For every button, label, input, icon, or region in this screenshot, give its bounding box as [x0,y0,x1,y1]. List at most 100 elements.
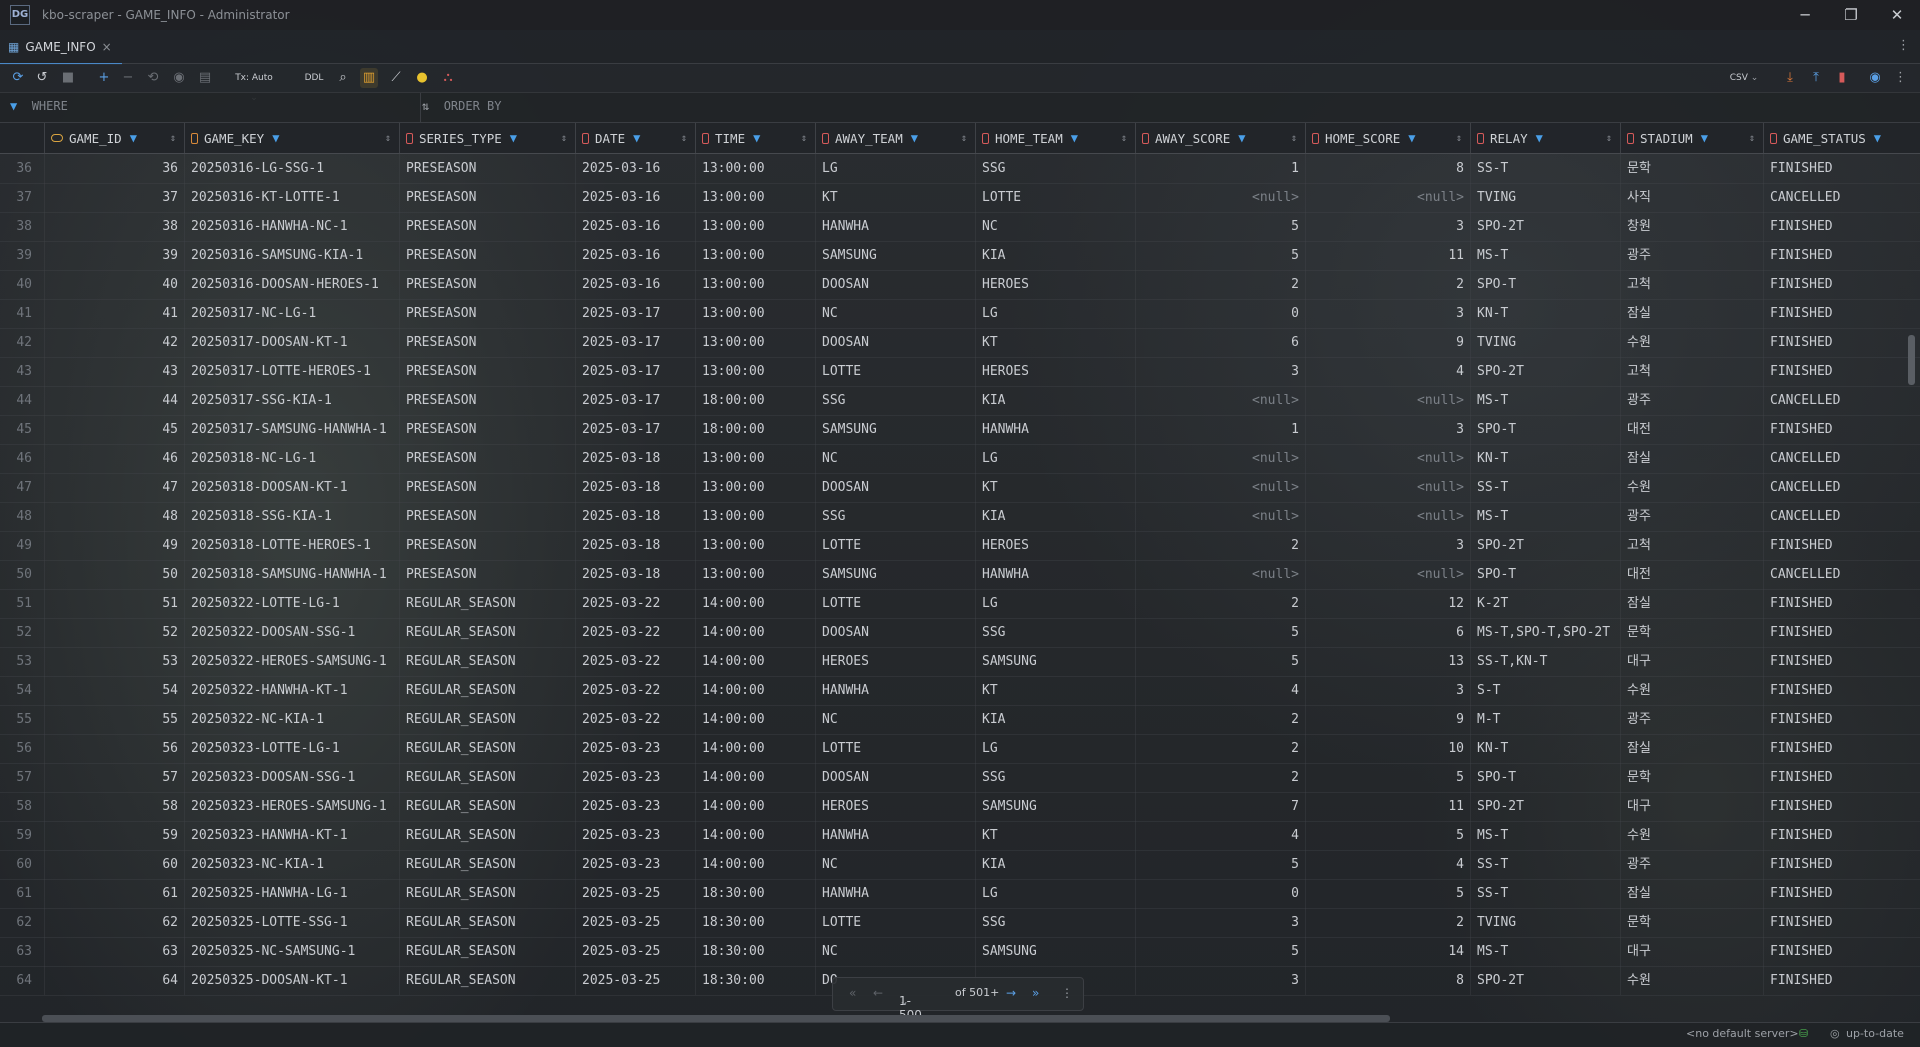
cell-game-id[interactable]: 41 [44,299,184,328]
table-row[interactable]: 38 38 20250316-HANWHA-NC-1 PRESEASON 2025-03… [0,212,1920,242]
cell-time[interactable]: 13:00:00 [695,328,815,357]
cell-stadium[interactable]: 대구 [1620,937,1763,966]
cell-relay[interactable]: SPO-T [1470,415,1620,444]
cell-game-status[interactable]: FINISHED [1763,966,1920,995]
cell-time[interactable]: 18:30:00 [695,966,815,995]
cell-home-team[interactable]: KIA [975,850,1135,879]
tab-game-info[interactable]: ▦ GAME_INFO × [0,30,122,65]
cell-away-score[interactable]: 6 [1135,328,1305,357]
pager-more-icon[interactable]: ⋮ [1061,986,1073,1000]
cell-stadium[interactable]: 광주 [1620,850,1763,879]
cell-game-id[interactable]: 39 [44,241,184,270]
cell-game-key[interactable]: 20250322-DOOSAN-SSG-1 [184,618,399,647]
cell-home-team[interactable]: SSG [975,763,1135,792]
cell-game-key[interactable]: 20250316-HANWHA-NC-1 [184,212,399,241]
cell-stadium[interactable]: 대전 [1620,560,1763,589]
table-row[interactable]: 43 43 20250317-LOTTE-HEROES-1 PRESEASON 2025… [0,357,1920,387]
table-row[interactable]: 60 60 20250323-NC-KIA-1 REGULAR_SEASON 2025-… [0,850,1920,880]
cell-game-status[interactable]: FINISHED [1763,937,1920,966]
cell-away-score[interactable]: 2 [1135,763,1305,792]
cell-series-type[interactable]: REGULAR_SEASON [399,618,575,647]
cell-time[interactable]: 13:00:00 [695,270,815,299]
cell-away-team[interactable]: NC [815,937,975,966]
cell-game-id[interactable]: 42 [44,328,184,357]
cell-home-score[interactable]: 8 [1305,154,1470,183]
cell-series-type[interactable]: REGULAR_SEASON [399,734,575,763]
cell-away-score[interactable]: 5 [1135,241,1305,270]
cell-time[interactable]: 18:00:00 [695,386,815,415]
chart-icon[interactable]: ⟋ [388,68,404,88]
more-icon[interactable]: ⋮ [1894,68,1907,88]
cell-game-key[interactable]: 20250316-KT-LOTTE-1 [184,183,399,212]
cell-date[interactable]: 2025-03-25 [575,966,695,995]
cell-stadium[interactable]: 고척 [1620,531,1763,560]
cell-home-score[interactable]: 11 [1305,241,1470,270]
cell-home-score[interactable]: 3 [1305,531,1470,560]
filter-icon[interactable]: ▼ [633,131,640,145]
cell-home-score[interactable]: <null> [1305,183,1470,212]
cell-game-status[interactable]: CANCELLED [1763,386,1920,415]
next-page-icon[interactable]: → [1006,986,1016,1000]
cell-game-status[interactable]: FINISHED [1763,647,1920,676]
cell-game-id[interactable]: 50 [44,560,184,589]
where-filter-input[interactable]: ▼ WHERE [10,99,68,113]
table-row[interactable]: 49 49 20250318-LOTTE-HEROES-1 PRESEASON 2025… [0,531,1920,561]
table-row[interactable]: 47 47 20250318-DOOSAN-KT-1 PRESEASON 2025-03… [0,473,1920,503]
sort-icon[interactable]: ⇕ [385,133,391,144]
cell-home-team[interactable]: KT [975,473,1135,502]
table-row[interactable]: 44 44 20250317-SSG-KIA-1 PRESEASON 2025-03-1… [0,386,1920,416]
cell-relay[interactable]: MS-T [1470,937,1620,966]
cell-home-team[interactable]: SSG [975,154,1135,183]
cell-stadium[interactable]: 문학 [1620,763,1763,792]
filter-icon[interactable]: ▼ [911,131,918,145]
cell-home-score[interactable]: 12 [1305,589,1470,618]
cell-away-team[interactable]: HANWHA [815,821,975,850]
sort-icon[interactable]: ⇕ [1291,133,1297,144]
table-row[interactable]: 42 42 20250317-DOOSAN-KT-1 PRESEASON 2025-03… [0,328,1920,358]
cell-away-team[interactable]: HANWHA [815,879,975,908]
cell-away-team[interactable]: KT [815,183,975,212]
cell-game-key[interactable]: 20250325-HANWHA-LG-1 [184,879,399,908]
cell-home-team[interactable]: LG [975,299,1135,328]
cell-home-score[interactable]: 8 [1305,966,1470,995]
cell-game-id[interactable]: 45 [44,415,184,444]
cell-away-score[interactable]: 1 [1135,154,1305,183]
cell-home-score[interactable]: 2 [1305,908,1470,937]
cell-game-status[interactable]: FINISHED [1763,357,1920,386]
table-row[interactable]: 55 55 20250322-NC-KIA-1 REGULAR_SEASON 2025-… [0,705,1920,735]
bulb-icon[interactable]: ● [414,68,430,88]
cell-away-team[interactable]: DOOSAN [815,270,975,299]
cell-game-id[interactable]: 57 [44,763,184,792]
view-options-icon[interactable]: ◉ [1867,68,1883,88]
cell-game-status[interactable]: FINISHED [1763,415,1920,444]
cell-relay[interactable]: SPO-2T [1470,531,1620,560]
cell-series-type[interactable]: PRESEASON [399,560,575,589]
cell-series-type[interactable]: REGULAR_SEASON [399,908,575,937]
cell-game-id[interactable]: 49 [44,531,184,560]
cell-relay[interactable]: SPO-T [1470,560,1620,589]
cell-game-key[interactable]: 20250322-HANWHA-KT-1 [184,676,399,705]
table-row[interactable]: 39 39 20250316-SAMSUNG-KIA-1 PRESEASON 2025-… [0,241,1920,271]
cell-series-type[interactable]: REGULAR_SEASON [399,821,575,850]
cell-date[interactable]: 2025-03-23 [575,850,695,879]
cell-game-key[interactable]: 20250325-NC-SAMSUNG-1 [184,937,399,966]
cell-relay[interactable]: SPO-2T [1470,792,1620,821]
cell-away-team[interactable]: NC [815,850,975,879]
cell-home-score[interactable]: 4 [1305,850,1470,879]
cell-home-score[interactable]: 6 [1305,618,1470,647]
cell-date[interactable]: 2025-03-23 [575,792,695,821]
cell-game-key[interactable]: 20250318-SSG-KIA-1 [184,502,399,531]
filter-icon[interactable]: ▼ [753,131,760,145]
cell-game-key[interactable]: 20250323-HANWHA-KT-1 [184,821,399,850]
search-icon[interactable]: ⌕ [335,68,351,88]
cell-home-team[interactable]: HEROES [975,357,1135,386]
table-row[interactable]: 41 41 20250317-NC-LG-1 PRESEASON 2025-03-17 1… [0,299,1920,329]
cell-game-key[interactable]: 20250318-SAMSUNG-HANWHA-1 [184,560,399,589]
cell-relay[interactable]: TVING [1470,328,1620,357]
cell-date[interactable]: 2025-03-25 [575,937,695,966]
cell-date[interactable]: 2025-03-22 [575,705,695,734]
column-header-time[interactable]: TIME ▼ ⇕ [695,123,815,153]
cell-game-key[interactable]: 20250317-SAMSUNG-HANWHA-1 [184,415,399,444]
cell-game-id[interactable]: 51 [44,589,184,618]
cell-home-team[interactable]: HANWHA [975,415,1135,444]
